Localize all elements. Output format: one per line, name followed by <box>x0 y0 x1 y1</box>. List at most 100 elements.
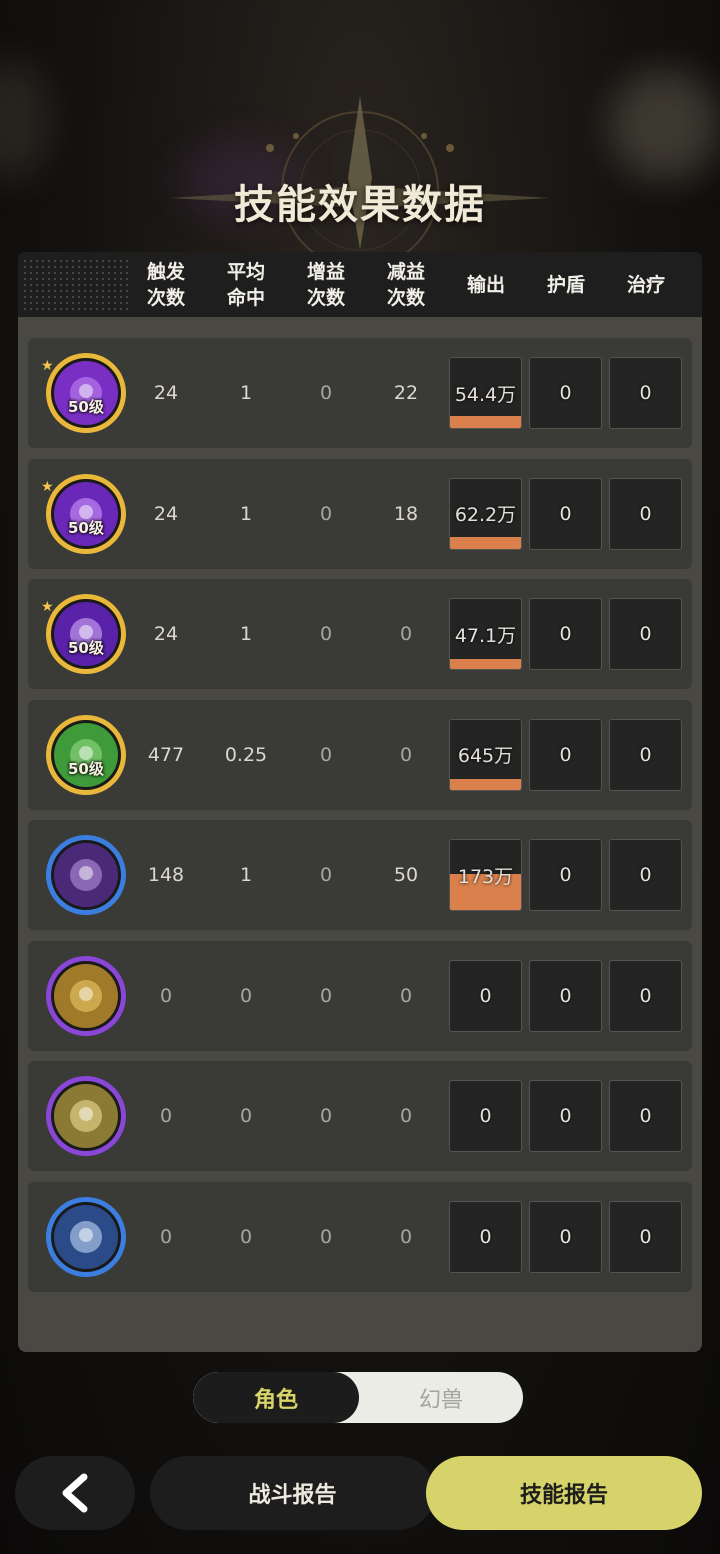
shield-value: 0 <box>559 743 572 766</box>
green-scroll-skill-icon[interactable] <box>44 713 128 797</box>
chevron-left-icon <box>62 1473 88 1513</box>
trigger-count-value: 148 <box>147 864 185 886</box>
output-value: 47.1万 <box>454 624 517 647</box>
skill-row: ★ 50级 24 1 0 18 62.2万 0 0 <box>28 458 692 569</box>
blue-emblem-skill-icon[interactable] <box>44 833 128 917</box>
skill-level-badge: 50级 <box>68 639 104 657</box>
skill-row: 0 0 0 0 0 0 0 <box>28 1061 692 1171</box>
debuff-count-value: 50 <box>393 864 419 886</box>
toggle-beast[interactable]: 幻兽 <box>359 1372 523 1423</box>
heal-value: 0 <box>639 984 652 1007</box>
buff-count-value: 0 <box>319 623 333 645</box>
trigger-count-value: 0 <box>159 1105 173 1127</box>
output-value-box: 0 <box>449 1200 522 1273</box>
shield-value: 0 <box>559 1225 572 1248</box>
gold-beast-skill-icon[interactable] <box>44 954 128 1038</box>
page-title: 技能效果数据 <box>234 182 486 228</box>
buff-count-value: 0 <box>319 984 333 1007</box>
skill-row: ★ 50级 24 1 0 22 54.4万 0 0 <box>28 338 692 448</box>
output-value-box: 54.4万 <box>449 357 522 429</box>
output-value: 645万 <box>457 745 514 767</box>
purple-orb-skill-icon[interactable] <box>44 592 128 676</box>
output-value: 62.2万 <box>454 504 517 526</box>
trigger-count-value: 24 <box>153 502 179 525</box>
heal-value-box: 0 <box>609 357 682 429</box>
output-value-box: 645万 <box>449 718 522 791</box>
blue-star-skill-icon[interactable] <box>44 1195 128 1279</box>
heal-value: 0 <box>639 864 652 886</box>
skill-report-tab[interactable]: 技能报告 <box>426 1456 702 1530</box>
gold-flame-skill-icon[interactable] <box>44 1074 128 1158</box>
heal-value: 0 <box>639 743 652 766</box>
buff-count-value: 0 <box>319 743 333 766</box>
battle-report-tab[interactable]: 战斗报告 <box>150 1456 435 1530</box>
shield-value: 0 <box>559 1105 572 1127</box>
column-header-heal: 治疗 <box>626 273 665 296</box>
trigger-count-value: 24 <box>153 382 179 404</box>
output-bar <box>450 659 521 669</box>
output-value: 0 <box>479 1225 492 1248</box>
trigger-count-value: 0 <box>159 984 173 1007</box>
column-header-shield: 护盾 <box>546 273 585 296</box>
shield-value: 0 <box>559 984 572 1007</box>
skill-level-badge: 50级 <box>68 759 104 778</box>
shield-value-box: 0 <box>529 1200 602 1273</box>
shield-value-box: 0 <box>529 718 602 791</box>
heal-value-box: 0 <box>609 1080 682 1152</box>
trigger-count-value: 0 <box>159 1225 173 1248</box>
shield-value-box: 0 <box>529 598 602 670</box>
column-header-average-hit: 平均 命中 <box>226 260 265 309</box>
output-value-box: 0 <box>449 1080 522 1152</box>
skill-row: ★ 50级 24 1 0 0 47.1万 0 0 <box>28 579 692 689</box>
column-header-trigger-count: 触发 次数 <box>146 260 185 309</box>
purple-claw-skill-icon[interactable] <box>44 472 128 556</box>
output-bar <box>450 416 521 428</box>
trigger-count-value: 477 <box>147 743 185 766</box>
average-hit-value: 1 <box>239 502 253 525</box>
column-header-buff-count: 增益 次数 <box>306 260 345 309</box>
shield-value-box: 0 <box>529 959 602 1032</box>
heal-value-box: 0 <box>609 1200 682 1273</box>
average-hit-value: 1 <box>239 382 253 404</box>
star-icon: ★ <box>41 599 54 615</box>
output-value: 173万 <box>457 865 514 888</box>
average-hit-value: 1 <box>239 623 253 645</box>
header-texture <box>22 258 132 312</box>
average-hit-value: 1 <box>239 864 253 886</box>
star-icon: ★ <box>41 478 54 495</box>
heal-value-box: 0 <box>609 839 682 911</box>
debuff-count-value: 0 <box>399 743 413 766</box>
output-value-box: 0 <box>449 959 522 1032</box>
average-hit-value: 0.25 <box>224 743 268 766</box>
skill-row: 0 0 0 0 0 0 0 <box>28 1181 692 1292</box>
heal-value: 0 <box>639 1225 652 1248</box>
toggle-character[interactable]: 角色 <box>193 1372 359 1423</box>
skill-row: 0 0 0 0 0 0 0 <box>28 940 692 1051</box>
buff-count-value: 0 <box>319 502 333 525</box>
debuff-count-value: 0 <box>399 1225 413 1248</box>
shield-value: 0 <box>559 864 572 886</box>
buff-count-value: 0 <box>319 1225 333 1248</box>
shield-value: 0 <box>559 623 572 645</box>
output-value: 0 <box>479 1105 492 1127</box>
debuff-count-value: 0 <box>399 1105 413 1127</box>
shield-value-box: 0 <box>529 357 602 429</box>
heal-value: 0 <box>639 623 652 645</box>
shield-value-box: 0 <box>529 839 602 911</box>
heal-value-box: 0 <box>609 598 682 670</box>
buff-count-value: 0 <box>319 864 333 886</box>
output-value-box: 47.1万 <box>449 598 522 670</box>
output-bar <box>450 536 521 549</box>
back-button[interactable] <box>15 1456 135 1530</box>
skill-level-badge: 50级 <box>68 518 104 537</box>
output-value-box: 173万 <box>449 839 522 911</box>
average-hit-value: 0 <box>239 984 253 1007</box>
character-beast-toggle: 角色 幻兽 <box>193 1372 523 1423</box>
shield-value: 0 <box>559 382 572 404</box>
heal-value-box: 0 <box>609 959 682 1032</box>
table-header: 触发 次数 平均 命中 增益 次数 减益 次数 输出 护盾 治疗 <box>18 252 702 317</box>
heal-value-box: 0 <box>609 718 682 791</box>
skill-row: 50级 477 0.25 0 0 645万 0 0 <box>28 699 692 810</box>
debuff-count-value: 18 <box>393 502 419 525</box>
purple-eye-skill-icon[interactable] <box>44 351 128 435</box>
